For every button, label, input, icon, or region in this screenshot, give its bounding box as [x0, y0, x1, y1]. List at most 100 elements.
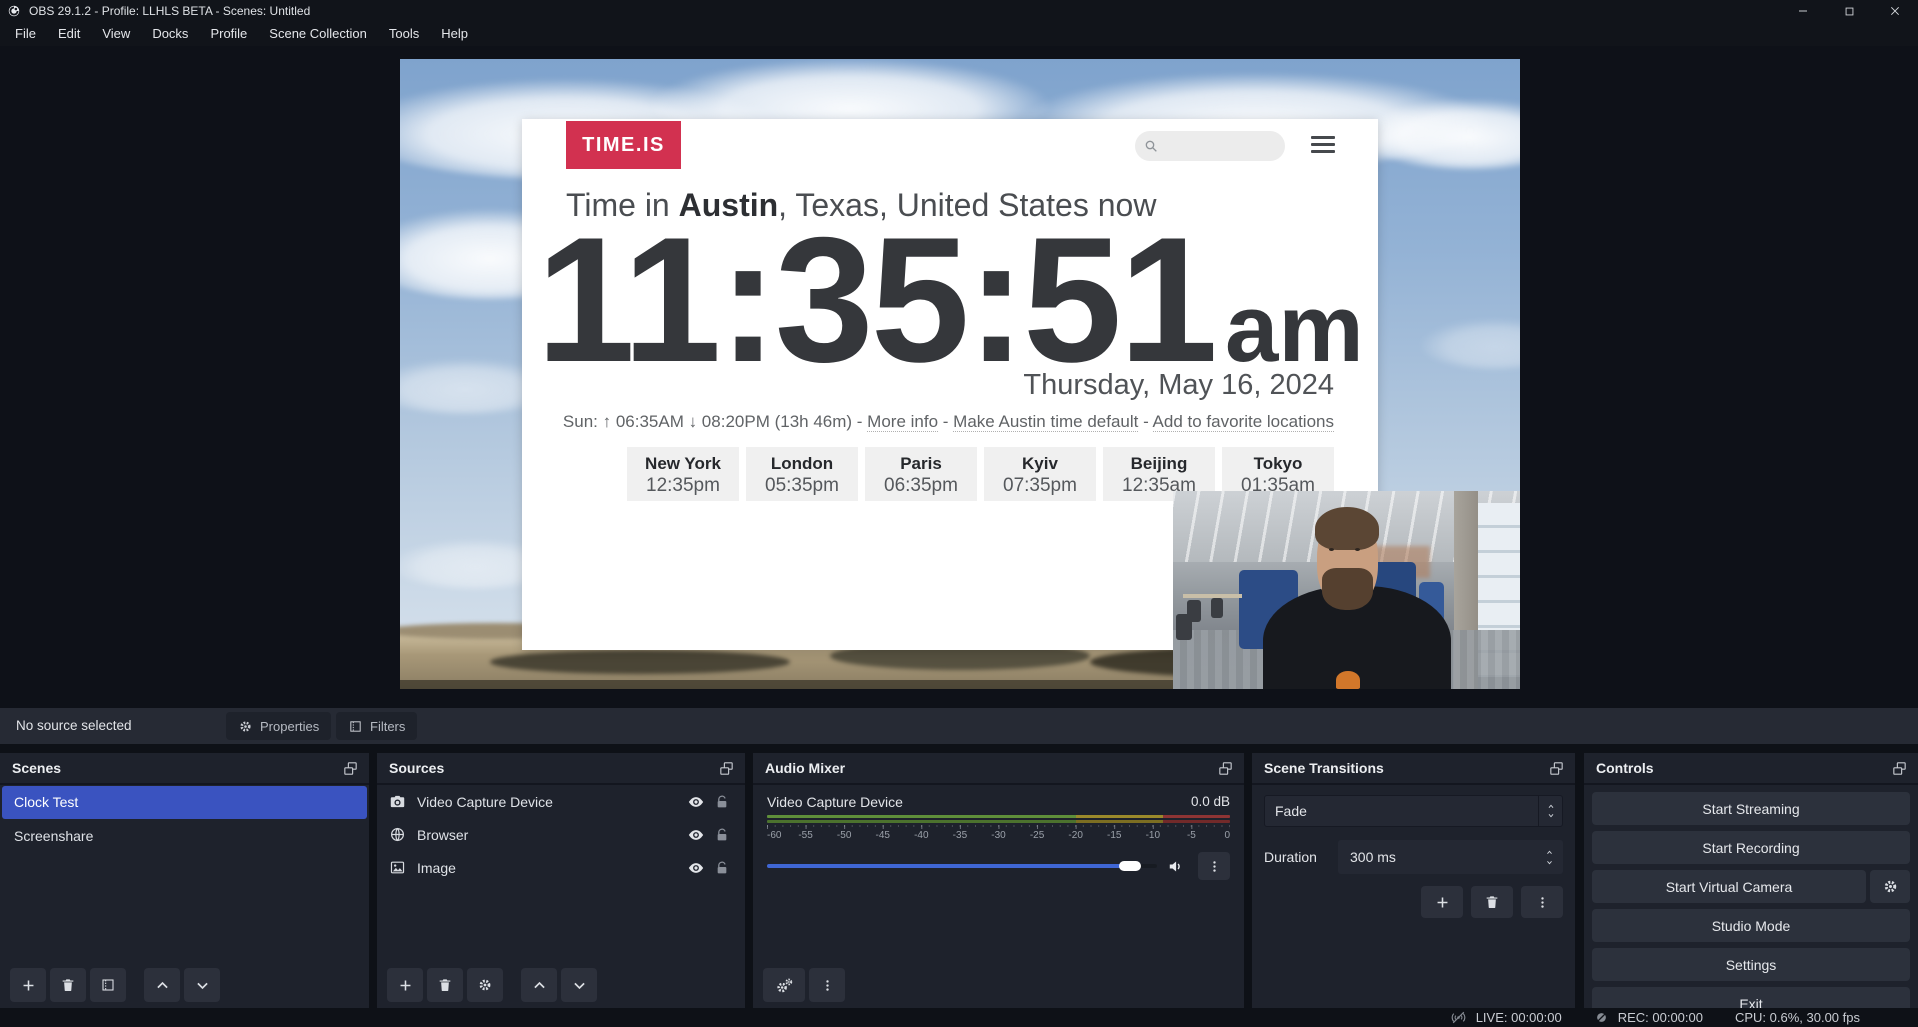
popout-icon[interactable] — [1548, 760, 1565, 777]
city-name: Kyiv — [984, 454, 1096, 474]
city-time: 07:35pm — [984, 474, 1096, 499]
menu-docks[interactable]: Docks — [141, 22, 199, 46]
popout-icon[interactable] — [718, 760, 735, 777]
menu-bar: FileEditViewDocksProfileScene Collection… — [0, 22, 1918, 46]
meter-tick-label: -50 — [837, 830, 851, 841]
city-time-box: London05:35pm — [746, 447, 858, 501]
sun-times: Sun: ↑ 06:35AM ↓ 08:20PM (13h 46m) — [563, 412, 852, 431]
start-streaming-button[interactable]: Start Streaming — [1592, 792, 1910, 825]
record-status-icon — [1594, 1010, 1609, 1025]
timeis-link: More info — [867, 412, 938, 432]
am-pm: am — [1225, 281, 1364, 377]
start-virtual-camera-button[interactable]: Start Virtual Camera — [1592, 870, 1866, 903]
scene-item[interactable]: Screenshare — [2, 820, 367, 853]
popout-icon[interactable] — [1891, 760, 1908, 777]
transition-value: Fade — [1265, 796, 1538, 826]
add-transition-button[interactable] — [1421, 886, 1463, 918]
duration-spinner[interactable] — [1544, 840, 1555, 874]
dune — [490, 650, 790, 674]
virtual-camera-config-button[interactable] — [1870, 870, 1910, 903]
source-item[interactable]: Browser — [377, 818, 745, 851]
obs-logo-icon — [7, 4, 21, 18]
visibility-eye-icon[interactable] — [683, 793, 709, 811]
duration-input[interactable]: 300 ms — [1338, 840, 1563, 874]
remove-source-button[interactable] — [427, 968, 463, 1002]
menu-help[interactable]: Help — [430, 22, 479, 46]
search-icon — [1143, 138, 1159, 154]
minimize-button[interactable] — [1780, 0, 1826, 22]
transition-menu-button[interactable] — [1521, 886, 1563, 918]
meter-tick-label: -25 — [1030, 830, 1044, 841]
live-timer: LIVE: 00:00:00 — [1476, 1010, 1562, 1025]
mixer-channel-menu-button[interactable] — [1198, 852, 1230, 880]
transition-select[interactable]: Fade — [1264, 795, 1563, 827]
visibility-eye-icon[interactable] — [683, 859, 709, 877]
popout-icon[interactable] — [1217, 760, 1234, 777]
move-source-down-button[interactable] — [561, 968, 597, 1002]
audio-mixer-title: Audio Mixer — [765, 760, 1217, 776]
obs-window: OBS 29.1.2 - Profile: LLHLS BETA - Scene… — [0, 0, 1918, 1027]
menu-profile[interactable]: Profile — [199, 22, 258, 46]
meter-tick-label: 0 — [1224, 830, 1230, 841]
properties-button[interactable]: Properties — [226, 712, 331, 740]
source-label: Video Capture Device — [417, 794, 683, 810]
transitions-title: Scene Transitions — [1264, 760, 1548, 776]
meter-tick-marks — [767, 825, 1230, 829]
move-scene-up-button[interactable] — [144, 968, 180, 1002]
lock-icon[interactable] — [709, 860, 735, 876]
advanced-audio-button[interactable] — [763, 968, 805, 1002]
mixer-channel-name: Video Capture Device — [767, 794, 1191, 810]
source-status-text: No source selected — [16, 708, 132, 744]
timeis-link: Make Austin time default — [953, 412, 1138, 432]
scene-item[interactable]: Clock Test — [2, 786, 367, 819]
controls-header: Controls — [1584, 753, 1918, 785]
scenes-dock-header: Scenes — [0, 753, 369, 785]
sun-info: Sun: ↑ 06:35AM ↓ 08:20PM (13h 46m) - Mor… — [563, 412, 1334, 432]
move-scene-down-button[interactable] — [184, 968, 220, 1002]
source-properties-button[interactable] — [467, 968, 503, 1002]
speaker-icon[interactable] — [1167, 857, 1186, 876]
properties-label: Properties — [260, 719, 319, 734]
lock-icon[interactable] — [709, 827, 735, 843]
popout-icon[interactable] — [342, 760, 359, 777]
mixer-menu-button[interactable] — [809, 968, 845, 1002]
maximize-button[interactable] — [1826, 0, 1872, 22]
controls-dock: Controls Start Streaming Start Recording S… — [1584, 753, 1918, 1008]
move-source-up-button[interactable] — [521, 968, 557, 1002]
volume-slider[interactable] — [767, 857, 1157, 875]
meter-tick-label: -40 — [914, 830, 928, 841]
sources-dock: Sources Video Capture DeviceBrowserImage — [377, 753, 745, 1008]
menu-view[interactable]: View — [91, 22, 141, 46]
person-hair — [1315, 507, 1379, 551]
city-time: 12:35pm — [627, 474, 739, 499]
city-time-box: Kyiv07:35pm — [984, 447, 1096, 501]
studio-mode-button[interactable]: Studio Mode — [1592, 909, 1910, 942]
visibility-eye-icon[interactable] — [683, 826, 709, 844]
menu-tools[interactable]: Tools — [378, 22, 430, 46]
settings-button[interactable]: Settings — [1592, 948, 1910, 981]
add-scene-button[interactable] — [10, 968, 46, 1002]
menu-file[interactable]: File — [4, 22, 47, 46]
source-item[interactable]: Video Capture Device — [377, 785, 745, 818]
source-item[interactable]: Image — [377, 851, 745, 884]
start-recording-button[interactable]: Start Recording — [1592, 831, 1910, 864]
volume-slider-track[interactable] — [767, 864, 1157, 868]
transitions-header: Scene Transitions — [1252, 753, 1575, 785]
exit-button[interactable]: Exit — [1592, 987, 1910, 1008]
close-button[interactable] — [1872, 0, 1918, 22]
lock-icon[interactable] — [709, 794, 735, 810]
combo-arrows-icon[interactable] — [1538, 796, 1562, 826]
remove-transition-button[interactable] — [1471, 886, 1513, 918]
sources-toolbar — [377, 962, 745, 1008]
menu-edit[interactable]: Edit — [47, 22, 91, 46]
add-source-button[interactable] — [387, 968, 423, 1002]
video-canvas[interactable]: TIME.IS Time in Austin, Texas, United St… — [400, 59, 1520, 689]
scene-filters-button[interactable] — [90, 968, 126, 1002]
filters-button[interactable]: Filters — [336, 712, 417, 740]
duration-value: 300 ms — [1338, 840, 1563, 874]
menu-scene-collection[interactable]: Scene Collection — [258, 22, 378, 46]
volume-slider-handle[interactable] — [1119, 861, 1141, 871]
remove-scene-button[interactable] — [50, 968, 86, 1002]
stream-status-icon — [1450, 1009, 1467, 1026]
city-name: Tokyo — [1222, 454, 1334, 474]
